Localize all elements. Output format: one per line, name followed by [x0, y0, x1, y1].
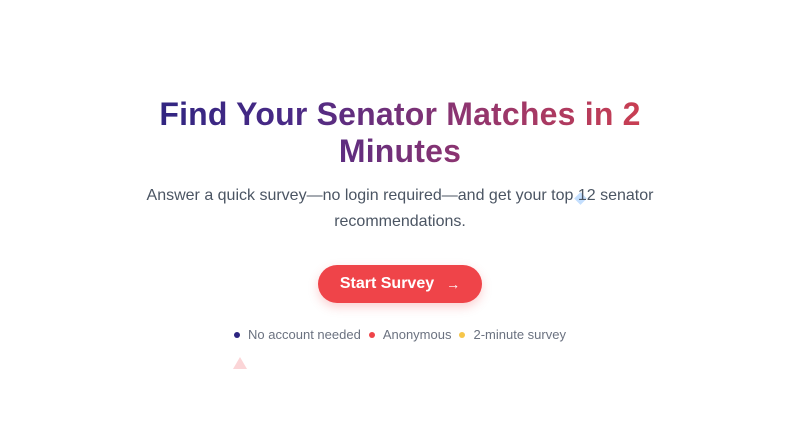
hero-section: Find Your Senator Matches in 2 Minutes A… [0, 96, 800, 342]
feature-list: No account needed Anonymous 2-minute sur… [0, 327, 800, 342]
decorative-triangle [233, 357, 247, 369]
feature-anonymous: Anonymous [368, 327, 452, 342]
arrow-right-icon: → [446, 276, 461, 292]
bullet-dot-icon [234, 331, 241, 338]
hero-title: Find Your Senator Matches in 2 Minutes [130, 96, 670, 170]
feature-label: No account needed [248, 327, 361, 342]
feature-label: Anonymous [382, 327, 452, 342]
feature-two-minute: 2-minute survey [459, 327, 566, 342]
bullet-dot-icon [459, 331, 466, 338]
hero-subtitle: Answer a quick survey—no login required—… [146, 187, 654, 230]
start-survey-label: Start Survey [339, 275, 435, 292]
landing-page: Find Your Senator Matches in 2 Minutes A… [0, 0, 800, 432]
feature-label: 2-minute survey [473, 327, 566, 342]
feature-no-account: No account needed [234, 327, 361, 342]
start-survey-button[interactable]: Start Survey → [317, 265, 483, 303]
bullet-dot-icon [368, 331, 375, 338]
